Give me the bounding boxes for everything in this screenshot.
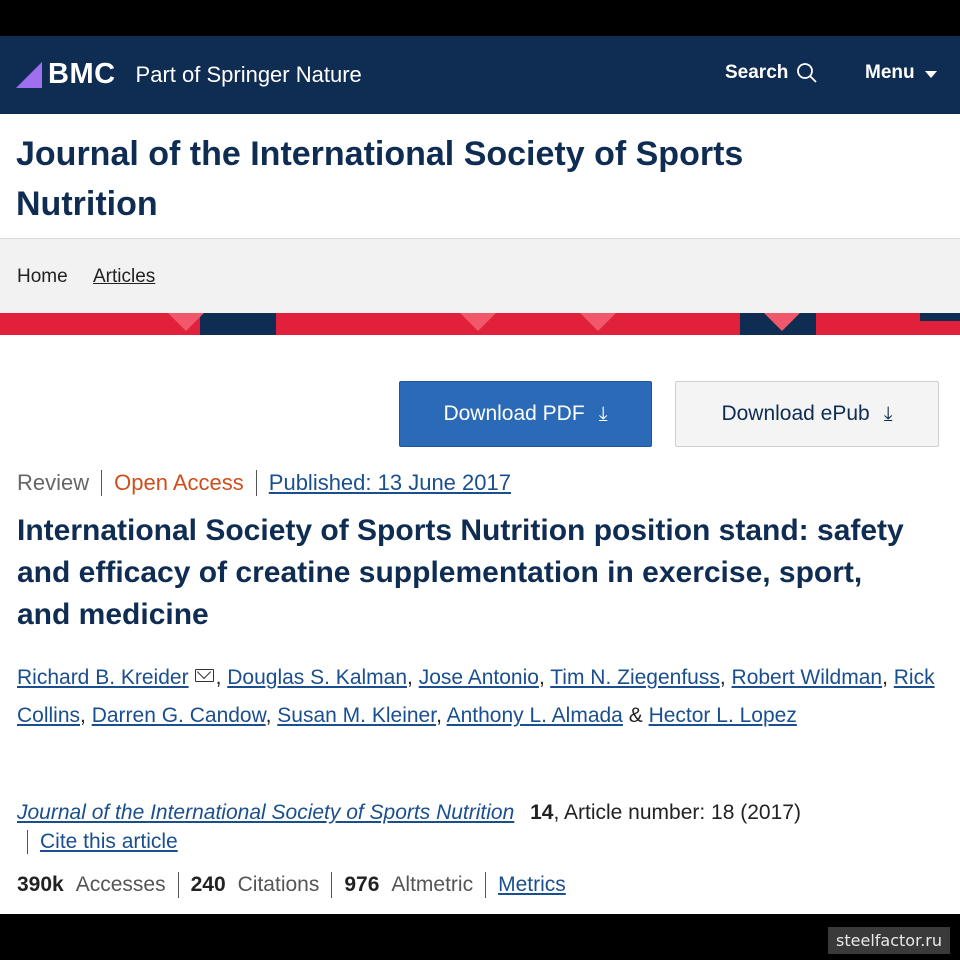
author-ampersand: & <box>628 704 643 727</box>
bmc-logo[interactable]: BMC Part of Springer Nature <box>16 58 362 91</box>
author-link[interactable]: Hector L. Lopez <box>649 704 797 727</box>
divider <box>177 872 179 898</box>
article-title: International Society of Sports Nutritio… <box>17 514 904 631</box>
email-icon[interactable] <box>194 668 214 682</box>
altmetric-label: Altmetric <box>391 873 474 896</box>
cite-this-article-link[interactable]: Cite this article <box>40 830 178 854</box>
altmetric-score: 976 <box>344 873 380 896</box>
author-link[interactable]: Douglas S. Kalman <box>227 666 407 689</box>
logo-text: BMC <box>48 58 116 90</box>
watermark: steelfactor.ru <box>828 927 950 954</box>
citation-line: Journal of the International Society of … <box>17 796 801 830</box>
citations-count: 240 <box>190 873 226 896</box>
search-label: Search <box>725 62 789 83</box>
stripe-triangle <box>764 313 800 331</box>
accesses-label: Accesses <box>75 873 166 896</box>
author-link[interactable]: Robert Wildman <box>732 666 883 689</box>
article-meta: Review Open Access Published: 13 June 20… <box>17 470 511 496</box>
author-link[interactable]: Jose Antonio <box>419 666 539 689</box>
search-icon <box>797 63 818 83</box>
article-page: BMC Part of Springer Nature Search Menu … <box>0 36 960 914</box>
divider <box>101 470 103 496</box>
author-link[interactable]: Darren G. Candow <box>92 704 266 727</box>
divider <box>485 872 487 898</box>
stripe-triangle <box>580 313 616 331</box>
author-link[interactable]: Anthony L. Almada <box>447 704 623 727</box>
site-header: BMC Part of Springer Nature Search Menu <box>0 36 960 114</box>
breadcrumb: Home Articles <box>0 239 960 313</box>
chevron-down-icon <box>924 70 937 78</box>
author-link[interactable]: Tim N. Ziegenfuss <box>550 666 720 689</box>
citations-label: Citations <box>237 873 320 896</box>
download-icon: ⤓ <box>883 403 893 425</box>
volume-number: 14 <box>530 801 554 824</box>
article-number: , Article number: 18 (2017) <box>553 801 801 824</box>
cite-row: Cite this article <box>27 830 178 854</box>
download-epub-label: Download ePub <box>721 402 870 425</box>
menu-button[interactable]: Menu <box>865 62 937 84</box>
download-epub-button[interactable]: Download ePub ⤓ <box>675 381 939 447</box>
author-list: Richard B. Kreider, Douglas S. Kalman, J… <box>17 666 935 727</box>
download-pdf-button[interactable]: Download PDF ⤓ <box>399 381 652 447</box>
journal-name-link[interactable]: Journal of the International Society of … <box>17 801 514 824</box>
stripe-triangle <box>460 313 496 331</box>
journal-banner: Journal of the International Society of … <box>0 114 960 239</box>
download-pdf-label: Download PDF <box>443 402 585 425</box>
divider <box>27 830 28 854</box>
stripe-block <box>920 313 960 321</box>
breadcrumb-articles[interactable]: Articles <box>93 266 155 288</box>
stripe-block <box>200 313 276 335</box>
open-access-badge: Open Access <box>114 470 244 495</box>
published-date-link[interactable]: Published: 13 June 2017 <box>269 470 511 496</box>
accesses-count: 390k <box>17 873 64 896</box>
bmc-logo-mark-icon <box>16 61 42 88</box>
springer-tagline: Part of Springer Nature <box>135 61 362 87</box>
journal-title[interactable]: Journal of the International Society of … <box>16 129 836 229</box>
author-link[interactable]: Richard B. Kreider <box>17 666 189 689</box>
divider <box>255 470 257 496</box>
download-icon: ⤓ <box>598 403 608 425</box>
decorative-stripe <box>0 313 960 335</box>
author-link[interactable]: Susan M. Kleiner <box>277 704 436 727</box>
article-type: Review <box>17 470 90 495</box>
breadcrumb-home[interactable]: Home <box>17 266 68 288</box>
divider <box>331 872 333 898</box>
article-metrics: 390k Accesses 240 Citations 976 Altmetri… <box>17 872 566 898</box>
search-button[interactable]: Search <box>725 62 818 84</box>
stripe-triangle <box>168 313 204 331</box>
menu-label: Menu <box>865 62 915 83</box>
metrics-link[interactable]: Metrics <box>498 873 566 897</box>
